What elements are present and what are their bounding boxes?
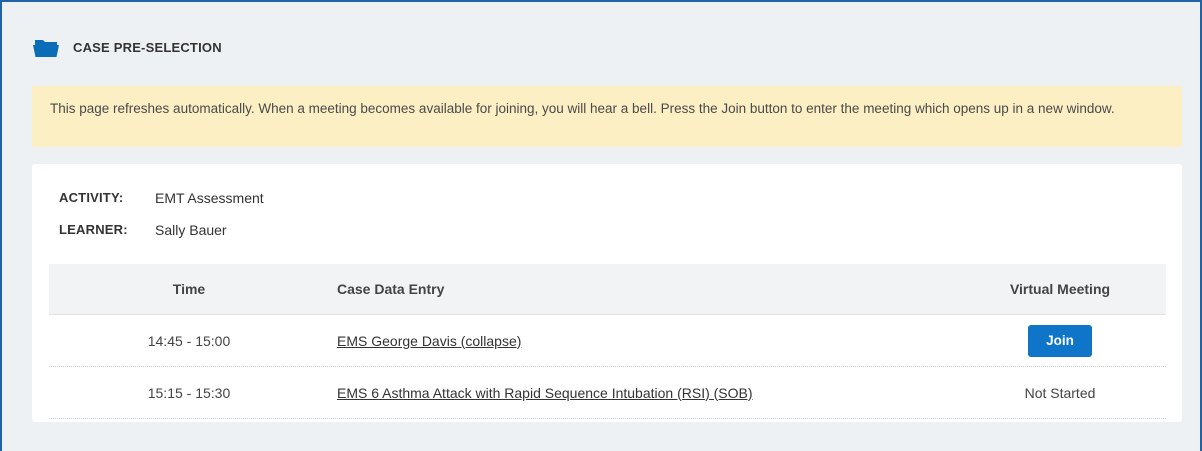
auto-refresh-notice: This page refreshes automatically. When … [32,86,1182,147]
meeting-status: Not Started [1024,384,1096,401]
page-frame: CASE PRE-SELECTION This page refreshes a… [0,0,1202,451]
case-table: Time Case Data Entry Virtual Meeting 14:… [49,264,1166,419]
case-link[interactable]: EMS George Davis (collapse) [337,333,521,349]
folder-icon [32,36,60,58]
activity-row: ACTIVITY: EMT Assessment [59,190,264,206]
row-meeting: Join [954,324,1166,357]
page-title: CASE PRE-SELECTION [73,39,222,55]
row-case: EMS 6 Asthma Attack with Rapid Sequence … [329,385,954,401]
row-time: 15:15 - 15:30 [147,384,231,401]
table-header: Time Case Data Entry Virtual Meeting [49,264,1166,315]
learner-label: LEARNER: [59,222,128,237]
page-header: CASE PRE-SELECTION [32,34,222,60]
column-header-virtual-meeting: Virtual Meeting [1009,281,1111,297]
learner-row: LEARNER: Sally Bauer [59,222,227,238]
table-row: 14:45 - 15:00 EMS George Davis (collapse… [49,315,1166,367]
row-case: EMS George Davis (collapse) [329,333,954,349]
activity-value: EMT Assessment [155,190,264,206]
join-button[interactable]: Join [1028,324,1092,357]
column-header-case: Case Data Entry [337,281,445,297]
activity-label: ACTIVITY: [59,190,124,205]
row-time: 14:45 - 15:00 [147,332,231,349]
column-header-time: Time [172,281,206,297]
learner-value: Sally Bauer [155,222,227,238]
table-row: 15:15 - 15:30 EMS 6 Asthma Attack with R… [49,367,1166,419]
case-panel: ACTIVITY: EMT Assessment LEARNER: Sally … [32,164,1182,422]
case-link[interactable]: EMS 6 Asthma Attack with Rapid Sequence … [337,385,753,401]
